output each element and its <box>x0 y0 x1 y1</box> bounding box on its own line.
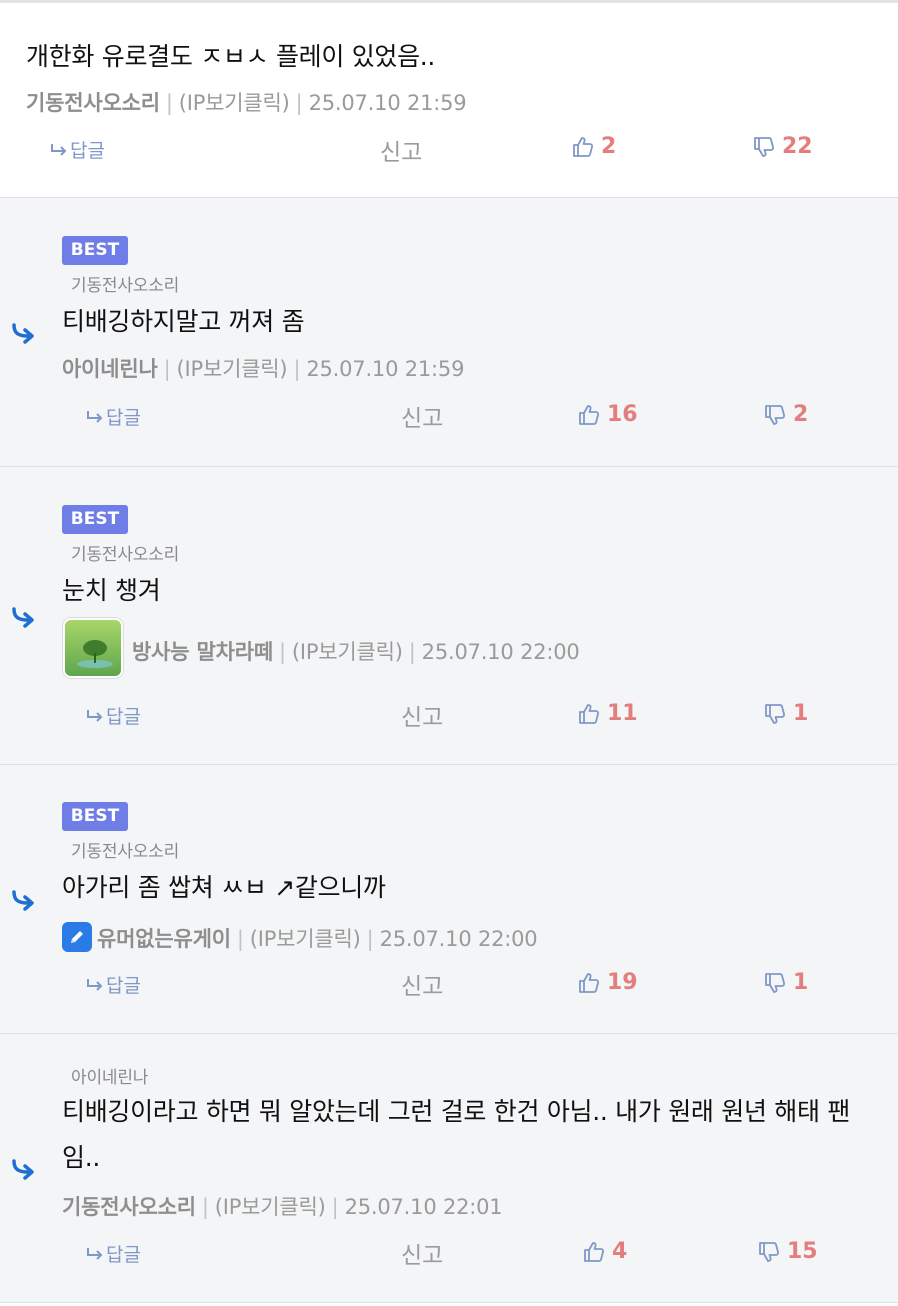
thumbs-up-icon <box>579 703 600 724</box>
like-button[interactable]: 11 <box>577 701 638 726</box>
thumbs-up-icon <box>579 972 600 993</box>
thumbs-up-icon <box>579 404 600 425</box>
dislike-count: 22 <box>782 134 813 159</box>
report-button[interactable]: 신고 <box>401 698 443 732</box>
comment-item: BEST 기동전사오소리 티배깅하지말고 꺼져 좀 아이네린나 | (IP보기클릭)… <box>0 198 898 467</box>
comment-time: 25.07.10 21:59 <box>306 357 465 381</box>
like-count: 2 <box>601 134 617 159</box>
reply-button[interactable]: 답글 <box>86 971 141 998</box>
comment-item: 개한화 유로결도 ㅈㅂㅅ 플레이 있었음.. 기동전사오소리 | (IP보기클릭) |… <box>0 3 898 198</box>
dislike-count: 1 <box>793 970 809 995</box>
comment-meta: 유머없는유게이 | (IP보기클릭) | 25.07.10 22:00 <box>97 927 538 951</box>
comment-text: 개한화 유로결도 ㅈㅂㅅ 플레이 있었음.. <box>26 42 436 71</box>
comment-time: 25.07.10 21:59 <box>308 91 467 115</box>
comment-item: BEST 기동전사오소리 아가리 좀 쌉쳐 ㅆㅂ ↗같으니까 유머없는유게이 |(… <box>0 765 898 1034</box>
comment-time: 25.07.10 22:01 <box>344 1195 503 1219</box>
like-button[interactable]: 16 <box>577 402 638 427</box>
like-button[interactable]: 4 <box>582 1239 627 1264</box>
reply-small-icon <box>87 1247 103 1260</box>
author-name[interactable]: 방사능 말차라떼 <box>132 640 273 664</box>
comment-text: 티배깅하지말고 꺼져 좀 <box>62 307 305 336</box>
thumbs-down-icon <box>765 703 786 724</box>
comment-time: 25.07.10 22:00 <box>379 927 538 951</box>
like-count: 16 <box>607 402 638 427</box>
parent-author: 기동전사오소리 <box>71 545 180 565</box>
report-button[interactable]: 신고 <box>401 1236 443 1270</box>
thumbs-down-icon <box>754 136 775 157</box>
author-name[interactable]: 기동전사오소리 <box>62 1195 196 1219</box>
reply-small-icon <box>87 410 103 423</box>
comment-meta: 방사능 말차라떼 | (IP보기클릭) | 25.07.10 22:00 <box>132 640 580 664</box>
comment-text: 아가리 좀 쌉쳐 ㅆㅂ ↗같으니까 <box>62 873 386 902</box>
comment-item: BEST 기동전사오소리 눈치 챙겨 방사능 말차라떼 | (IP보기클릭) | 25.… <box>0 467 898 765</box>
reply-button[interactable]: 답글 <box>50 136 105 163</box>
reply-arrow-icon <box>12 323 34 344</box>
ip-link[interactable]: (IP보기클릭) <box>250 927 361 951</box>
dislike-button[interactable]: 1 <box>763 970 808 995</box>
reply-button[interactable]: 답글 <box>86 702 141 729</box>
ip-link[interactable]: (IP보기클릭) <box>215 1195 326 1219</box>
pencil-icon <box>62 922 92 952</box>
dislike-count: 2 <box>793 402 809 427</box>
dislike-count: 1 <box>793 701 809 726</box>
reply-button[interactable]: 답글 <box>86 1240 141 1267</box>
avatar-image <box>65 620 121 676</box>
reply-arrow-icon <box>12 890 34 911</box>
comment-text: 눈치 챙겨 <box>62 576 161 605</box>
comment-meta: 기동전사오소리 | (IP보기클릭) | 25.07.10 22:01 <box>62 1195 503 1219</box>
like-count: 19 <box>607 970 638 995</box>
reply-small-icon <box>87 978 103 991</box>
like-count: 4 <box>612 1239 628 1264</box>
best-badge: BEST <box>62 505 128 534</box>
comment-text: 티배깅이라고 하면 뭐 알았는데 그런 걸로 한건 아님.. 내가 원래 원년 … <box>62 1097 851 1172</box>
reply-small-icon <box>87 709 103 722</box>
thumbs-down-icon <box>765 972 786 993</box>
thumbs-down-icon <box>759 1241 780 1262</box>
parent-author: 기동전사오소리 <box>71 842 180 862</box>
comment-meta: 아이네린나 | (IP보기클릭) | 25.07.10 21:59 <box>62 357 465 381</box>
author-name[interactable]: 아이네린나 <box>62 357 158 381</box>
best-badge: BEST <box>62 802 128 831</box>
like-button[interactable]: 2 <box>571 134 616 159</box>
report-button[interactable]: 신고 <box>401 967 443 1001</box>
thumbs-up-icon <box>573 136 594 157</box>
parent-author: 기동전사오소리 <box>71 276 180 296</box>
dislike-button[interactable]: 2 <box>763 402 808 427</box>
like-count: 11 <box>607 701 638 726</box>
parent-author: 아이네린나 <box>71 1068 149 1088</box>
report-button[interactable]: 신고 <box>380 133 422 167</box>
comment-time: 25.07.10 22:00 <box>421 640 580 664</box>
dislike-button[interactable]: 1 <box>763 701 808 726</box>
author-name[interactable]: 유머없는유게이 <box>97 927 231 951</box>
ip-link[interactable]: (IP보기클릭) <box>179 91 290 115</box>
avatar[interactable] <box>63 618 123 678</box>
thumbs-down-icon <box>765 404 786 425</box>
dislike-button[interactable]: 22 <box>752 134 813 159</box>
reply-arrow-icon <box>12 607 34 628</box>
comment-meta: 기동전사오소리 | (IP보기클릭) | 25.07.10 21:59 <box>26 91 467 115</box>
author-name[interactable]: 기동전사오소리 <box>26 91 160 115</box>
report-button[interactable]: 신고 <box>401 399 443 433</box>
like-button[interactable]: 19 <box>577 970 638 995</box>
comment-item: 아이네린나 티배깅이라고 하면 뭐 알았는데 그런 걸로 한건 아님.. 내가 … <box>0 1034 898 1303</box>
ip-link[interactable]: (IP보기클릭) <box>292 640 403 664</box>
thumbs-up-icon <box>584 1241 605 1262</box>
reply-small-icon <box>51 143 67 156</box>
dislike-button[interactable]: 15 <box>757 1239 818 1264</box>
best-badge: BEST <box>62 236 128 265</box>
ip-link[interactable]: (IP보기클릭) <box>177 357 288 381</box>
reply-button[interactable]: 답글 <box>86 403 141 430</box>
reply-arrow-icon <box>12 1159 34 1180</box>
dislike-count: 15 <box>787 1239 818 1264</box>
